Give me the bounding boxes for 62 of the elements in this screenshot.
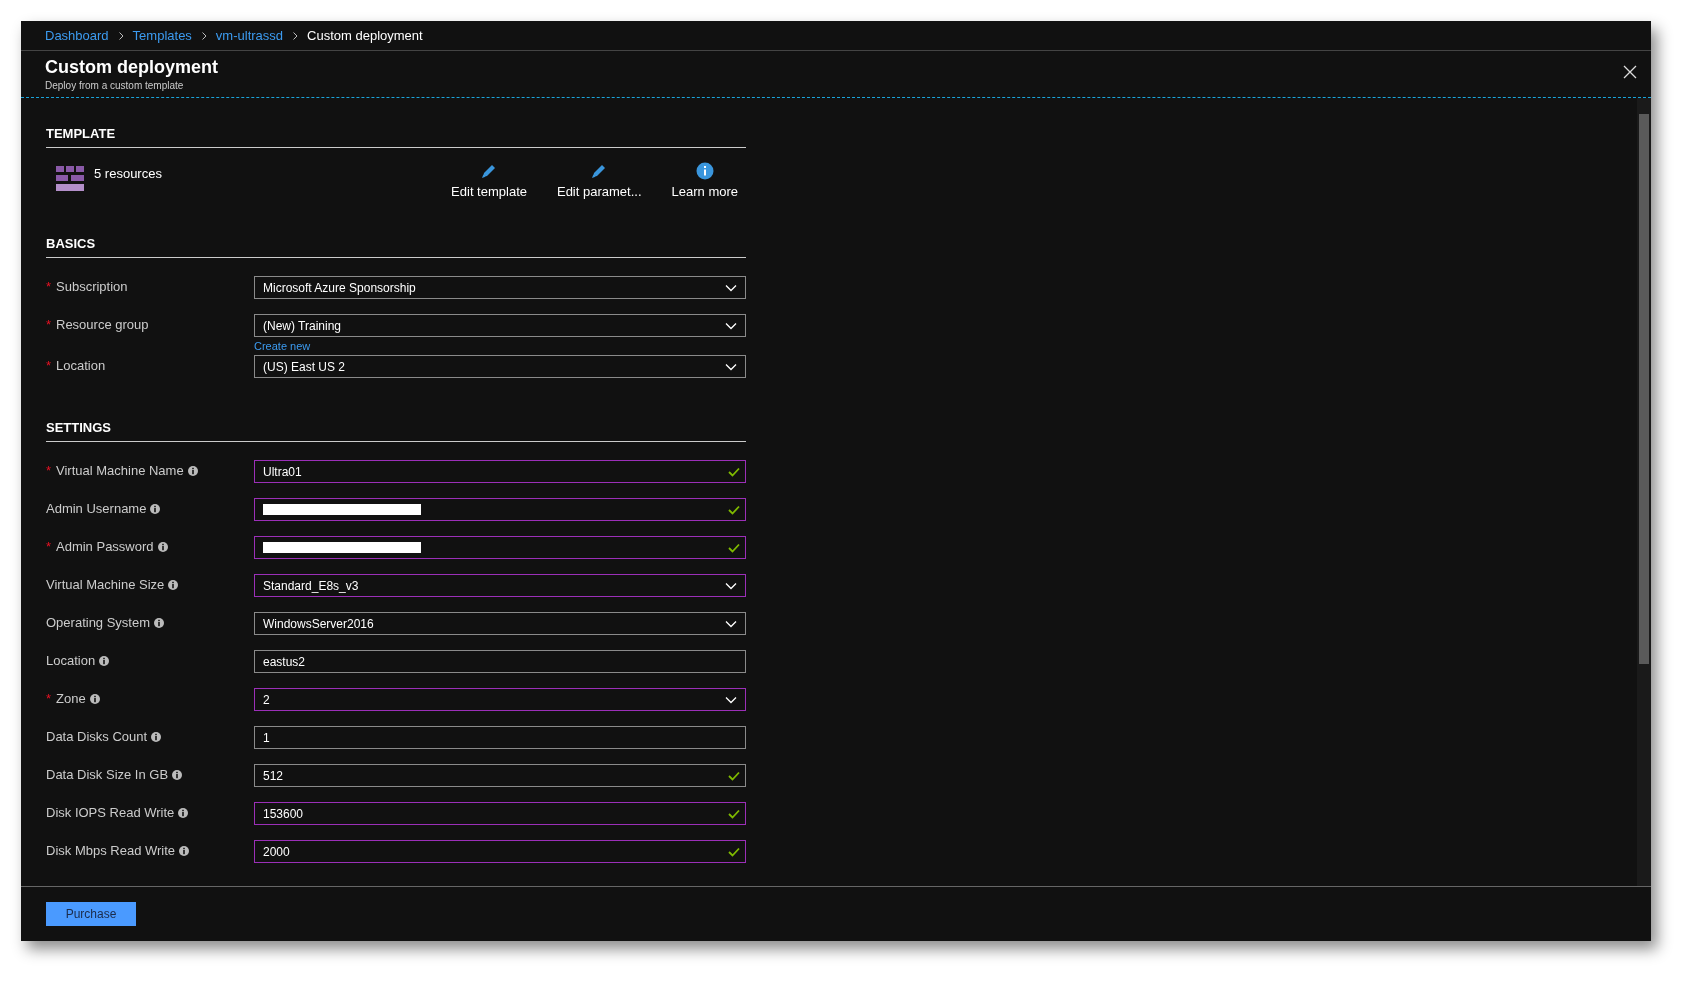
input-field[interactable]: eastus2: [254, 650, 746, 673]
required-asterisk: *: [46, 317, 52, 332]
required-asterisk: *: [46, 691, 52, 706]
template-action-button[interactable]: Edit template: [451, 162, 527, 199]
input-field[interactable]: 512: [254, 764, 746, 787]
input-field[interactable]: 153600: [254, 802, 746, 825]
chevron-right-icon: [291, 31, 300, 40]
field-label: Location: [56, 358, 106, 373]
dropdown[interactable]: (New) Training: [254, 314, 746, 337]
required-asterisk: *: [46, 279, 52, 294]
close-icon[interactable]: [1623, 65, 1637, 79]
section-heading: BASICS: [46, 236, 746, 258]
chevron-right-icon: [199, 31, 208, 40]
input-field[interactable]: 1: [254, 726, 746, 749]
field-label: Admin Password: [56, 539, 154, 554]
field-label: Data Disk Size In GB: [46, 767, 169, 782]
blade-subtitle: Deploy from a custom template: [45, 80, 185, 91]
breadcrumb-item[interactable]: Dashboard: [45, 28, 109, 43]
chevron-right-icon: [116, 31, 125, 40]
chevron-down-icon: [725, 283, 737, 292]
field-label: Subscription: [56, 279, 128, 294]
field-label: Virtual Machine Size: [46, 577, 165, 592]
required-asterisk: *: [46, 463, 52, 478]
create-new-link[interactable]: Create new: [254, 340, 311, 352]
resources-icon: [56, 164, 84, 192]
dropdown[interactable]: Standard_E8s_v3: [254, 574, 746, 597]
dropdown[interactable]: 2: [254, 688, 746, 711]
chevron-down-icon: [725, 362, 737, 371]
required-asterisk: *: [46, 358, 52, 373]
template-action-button[interactable]: Edit paramet...: [556, 162, 642, 199]
field-label: Admin Username: [46, 501, 147, 516]
field-label: Resource group: [56, 317, 149, 332]
section-heading: TEMPLATE: [46, 126, 746, 148]
input-field[interactable]: Ultra01: [254, 460, 746, 483]
input-field[interactable]: [254, 498, 746, 521]
dropdown[interactable]: WindowsServer2016: [254, 612, 746, 635]
field-label: Operating System: [46, 615, 151, 630]
chevron-down-icon: [725, 619, 737, 628]
breadcrumb-item: Custom deployment: [307, 28, 423, 43]
field-label: Zone: [56, 691, 86, 706]
breadcrumb-item[interactable]: Templates: [132, 28, 192, 43]
resource-count: 5 resources: [94, 166, 162, 181]
scrollbar[interactable]: [1637, 98, 1651, 886]
field-label: Disk Mbps Read Write: [46, 843, 176, 858]
field-label: Data Disks Count: [46, 729, 148, 744]
input-field[interactable]: 2000: [254, 840, 746, 863]
dropdown[interactable]: Microsoft Azure Sponsorship: [254, 276, 746, 299]
purchase-button[interactable]: Purchase: [46, 902, 136, 926]
dropdown[interactable]: (US) East US 2: [254, 355, 746, 378]
template-action-button[interactable]: Learn more: [671, 162, 738, 199]
blade-title: Custom deployment: [45, 57, 218, 78]
breadcrumb-item[interactable]: vm-ultrassd: [215, 28, 284, 43]
field-label: Location: [46, 653, 96, 668]
chevron-down-icon: [725, 581, 737, 590]
info-icon: [695, 162, 714, 180]
field-label: Disk IOPS Read Write: [46, 805, 175, 820]
input-field[interactable]: [254, 536, 746, 559]
chevron-down-icon: [725, 321, 737, 330]
required-asterisk: *: [46, 539, 52, 554]
field-label: Virtual Machine Name: [56, 463, 184, 478]
section-heading: SETTINGS: [46, 420, 746, 442]
chevron-down-icon: [725, 695, 737, 704]
